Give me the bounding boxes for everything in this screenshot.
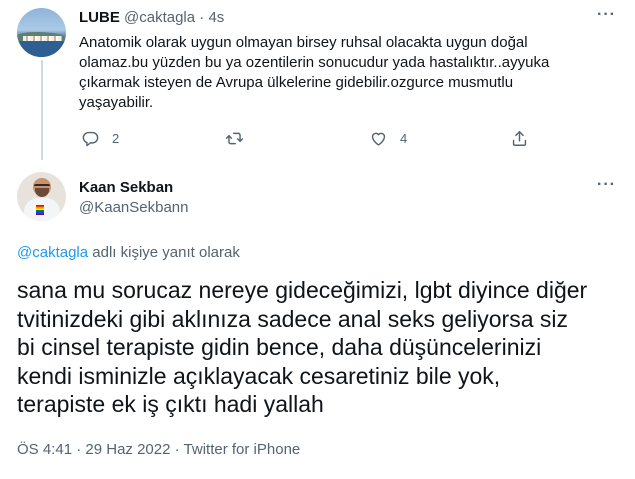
tweet-header: LUBE @caktagla · 4s <box>79 9 224 27</box>
tweet-text: Anatomik olarak uygun olmayan birsey ruh… <box>79 33 559 113</box>
retweet-icon <box>225 132 244 144</box>
tweet-date[interactable]: 29 Haz 2022 <box>85 441 170 458</box>
tweet-text-line: tvitinizdeki gibi aklınıza sadece anal s… <box>17 305 568 332</box>
avatar-glasses <box>34 184 50 188</box>
main-tweet: Kaan Sekban @KaanSekbann ··· @caktagla a… <box>0 160 635 479</box>
thread-line <box>41 60 43 160</box>
tweet-time[interactable]: 4s <box>208 9 224 26</box>
avatar-town <box>23 36 62 41</box>
avatar[interactable] <box>17 8 66 57</box>
more-icon[interactable]: ··· <box>597 7 616 23</box>
tweet-meta: ÖS 4:41 · 29 Haz 2022 · Twitter for iPho… <box>17 440 300 460</box>
share-button[interactable] <box>510 126 529 150</box>
display-name[interactable]: LUBE <box>79 9 120 26</box>
tweet-text-line: yaşayabilir. <box>79 94 154 111</box>
tweet-text-line: olamaz.bu yüzden bu ya ozentilerin sonuc… <box>79 54 550 71</box>
more-icon[interactable]: ··· <box>597 177 616 193</box>
tweet-text-line: bi cinsel terapiste gidin bence, daha dü… <box>17 334 542 361</box>
tweet-text: sana mu sorucaz nereye gideceğimizi, lgb… <box>17 276 627 419</box>
avatar-beard <box>35 188 49 197</box>
tweet-actions: 2 4 <box>79 126 619 150</box>
tweet-time[interactable]: ÖS 4:41 <box>17 441 72 458</box>
tweet-text-line: kendi isminizle açıklayacak cesaretiniz … <box>17 362 501 389</box>
meta-separator: · <box>170 441 184 458</box>
reply-suffix: adlı kişiye yanıt olarak <box>88 244 240 261</box>
avatar[interactable] <box>17 172 66 221</box>
avatar-sea <box>17 41 66 57</box>
like-button[interactable]: 4 <box>369 126 407 150</box>
reply-button[interactable]: 2 <box>81 126 119 150</box>
pride-flag-icon <box>36 205 44 215</box>
reply-icon <box>82 131 99 146</box>
tweet-text-line: Anatomik olarak uygun olmayan birsey ruh… <box>79 34 528 51</box>
reply-mention-link[interactable]: @caktagla <box>17 244 88 261</box>
tweet-text-line: çıkarmak isteyen de Avrupa ülkelerine gi… <box>79 74 514 91</box>
tweet-text-line: sana mu sorucaz nereye gideceğimizi, lgb… <box>17 277 588 303</box>
heart-icon <box>371 132 386 146</box>
display-name[interactable]: Kaan Sekban <box>79 178 188 198</box>
reply-count: 2 <box>112 130 120 146</box>
parent-tweet[interactable]: LUBE @caktagla · 4s ··· Anatomik olarak … <box>0 0 635 160</box>
tweet-source[interactable]: Twitter for iPhone <box>184 441 301 458</box>
handle[interactable]: @caktagla <box>124 9 195 26</box>
meta-separator: · <box>72 441 86 458</box>
replying-to: @caktagla adlı kişiye yanıt olarak <box>17 243 240 263</box>
author-block: Kaan Sekban @KaanSekbann <box>79 178 188 218</box>
like-count: 4 <box>400 130 408 146</box>
tweet-text-line: terapiste ek iş çıktı hadi yallah <box>17 391 324 418</box>
share-icon <box>512 130 527 146</box>
handle[interactable]: @KaanSekbann <box>79 198 188 218</box>
retweet-button[interactable] <box>225 126 256 150</box>
header-separator: · <box>199 9 205 26</box>
